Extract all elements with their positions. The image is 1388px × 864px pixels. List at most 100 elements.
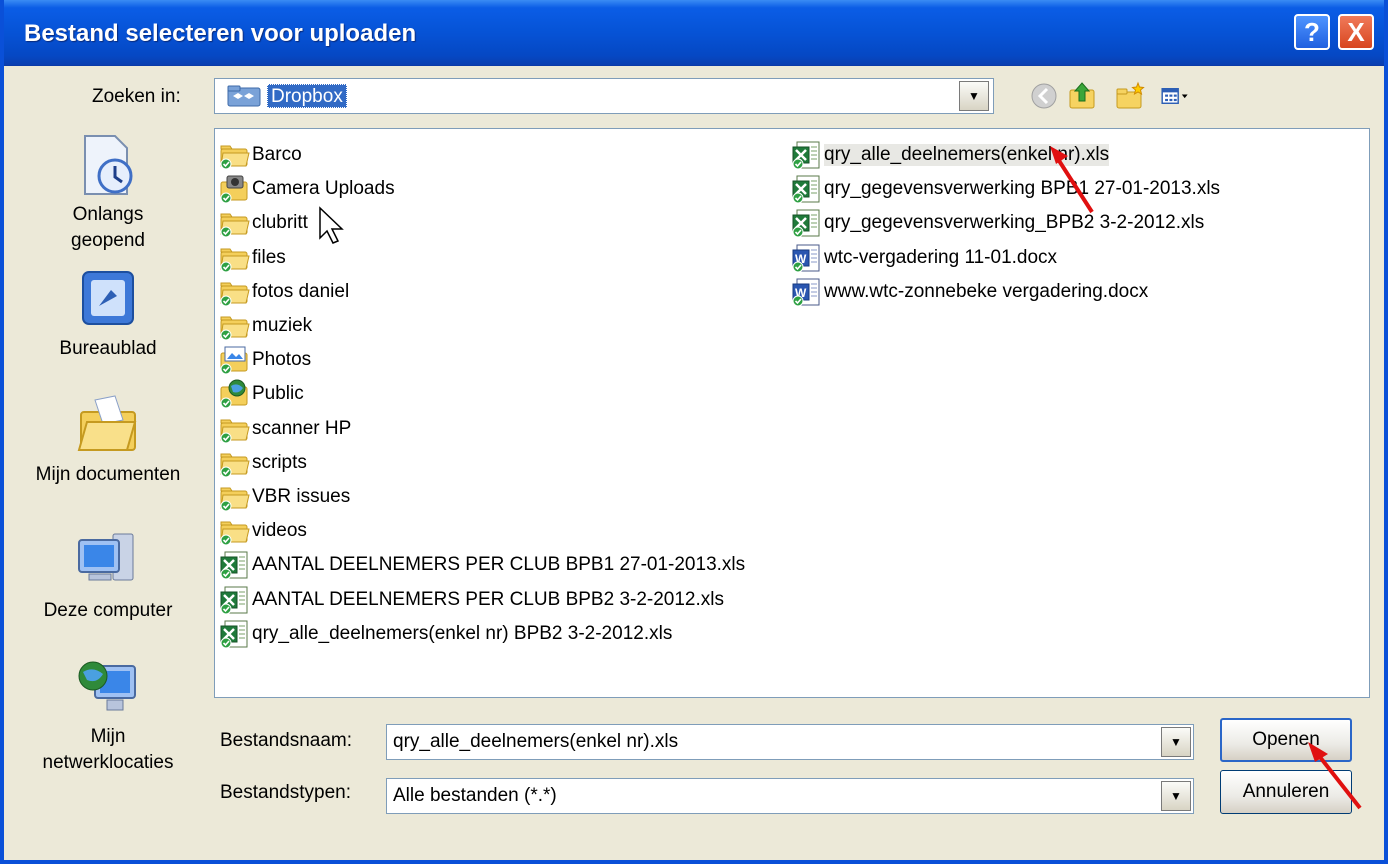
folder-icon [220,453,250,478]
file-list-item-label: clubritt [252,212,308,234]
place-network[interactable]: Mijn netwerklocaties [8,650,208,776]
window-title: Bestand selecteren voor uploaden [24,20,417,47]
file-list-item-label: scanner HP [252,417,352,439]
filetype-select[interactable]: Alle bestanden (*.*) ▼ [386,778,1194,814]
word-file-icon: W [792,244,820,273]
file-list-item[interactable]: scripts [219,447,307,479]
folder-icon [220,419,250,444]
file-list-item-label: Camera Uploads [252,178,395,200]
file-list-item-label: Barco [252,144,302,165]
place-recent-line1: Onlangs [72,204,144,225]
file-list-item-label: files [252,246,286,268]
file-list-item-label: Public [252,383,304,405]
file-list-item[interactable]: Public [219,378,304,410]
folder-icon [220,282,250,307]
place-recent-line2: geopend [71,230,145,251]
mouse-cursor-icon [319,206,344,244]
annotation-arrow-icon [1050,146,1094,214]
file-list-item-label: www.wtc-zonnebeke vergadering.docx [824,280,1149,302]
file-list-item[interactable]: muziek [219,310,312,342]
filename-input[interactable]: qry_alle_deelnemers(enkel nr).xls ▼ [386,724,1194,760]
file-open-dialog: Bestand selecteren voor uploaden ? X Zoe… [0,0,1388,864]
file-list-item[interactable]: Wwww.wtc-zonnebeke vergadering.docx [791,276,1148,308]
file-list-item-label: videos [252,520,307,542]
filetype-label: Bestandstypen: [220,782,351,803]
folder-icon [220,145,250,170]
lookin-label: Zoeken in: [92,86,181,107]
folder-icon [220,248,250,273]
back-icon[interactable] [1028,80,1060,112]
file-list-item-label: qry_gegevensverwerking BPB1 27-01-2013.x… [824,178,1221,200]
file-list-item-label: AANTAL DEELNEMERS PER CLUB BPB2 3-2-2012… [252,588,725,610]
file-list-item[interactable]: AANTAL DEELNEMERS PER CLUB BPB2 3-2-2012… [219,584,724,616]
chevron-down-icon: ▼ [1170,789,1182,803]
new-folder-icon[interactable] [1114,80,1146,112]
help-button[interactable]: ? [1294,14,1330,50]
filetype-value: Alle bestanden (*.*) [393,785,557,806]
place-my-documents[interactable]: Mijn documenten [8,392,208,488]
file-list-item[interactable]: Wwtc-vergadering 11-01.docx [791,242,1057,274]
filename-value: qry_alle_deelnemers(enkel nr).xls [393,731,679,752]
word-file-icon: W [792,278,820,307]
file-list-item-label: wtc-vergadering 11-01.docx [824,246,1058,268]
excel-file-icon [220,551,248,580]
file-list-item[interactable]: clubritt [219,207,308,239]
file-list-item[interactable]: AANTAL DEELNEMERS PER CLUB BPB1 27-01-20… [219,549,745,581]
excel-file-icon [792,141,820,170]
file-list-item-label: muziek [252,315,313,336]
place-recent[interactable]: Onlangs geopend [8,132,208,254]
place-network-line1: Mijn [90,726,126,747]
file-list-item[interactable]: Barco [219,139,302,171]
file-list-item[interactable]: files [219,242,286,274]
close-icon: X [1347,16,1365,47]
filename-label: Bestandsnaam: [220,730,353,751]
place-desktop-label: Bureaublad [59,338,157,359]
place-my-documents-label: Mijn documenten [35,464,181,485]
help-icon: ? [1304,16,1320,47]
camera-folder-icon [220,175,248,204]
places-bar: Onlangs geopend Bureaublad Mijn document… [8,120,208,800]
lookin-dropdown-button[interactable]: ▼ [959,81,989,111]
file-list[interactable]: Barco Camera Uploads clubritt files fotos da… [214,128,1370,698]
file-list-item-label: fotos daniel [252,280,350,302]
file-list-item-label: qry_alle_deelnemers(enkel nr) BPB2 3-2-2… [252,622,673,644]
close-button[interactable]: X [1338,14,1374,50]
file-list-item[interactable]: qry_gegevensverwerking BPB1 27-01-2013.x… [791,173,1220,205]
lookin-value: Dropbox [267,84,347,108]
lookin-combo[interactable]: Dropbox ▼ [214,78,994,114]
chevron-down-icon: ▼ [968,89,980,103]
view-menu-icon[interactable] [1160,80,1192,112]
file-list-item[interactable]: fotos daniel [219,276,349,308]
public-folder-icon [220,379,248,409]
file-list-item[interactable]: videos [219,515,307,547]
filetype-dropdown-button[interactable]: ▼ [1161,781,1191,811]
my-computer-icon [78,533,134,581]
my-documents-icon [77,395,137,451]
place-my-computer[interactable]: Deze computer [8,528,208,624]
place-desktop[interactable]: Bureaublad [8,268,208,362]
file-list-item[interactable]: qry_alle_deelnemers(enkel nr) BPB2 3-2-2… [219,618,672,650]
photos-folder-icon [220,346,248,375]
excel-file-icon [792,209,820,238]
file-list-item-label: Photos [252,349,312,371]
network-places-icon [78,661,136,711]
folder-icon [220,521,250,546]
folder-icon [220,487,250,512]
file-list-item[interactable]: qry_gegevensverwerking_BPB2 3-2-2012.xls [791,207,1204,239]
folder-icon [220,213,250,238]
file-list-item-label: scripts [252,451,307,473]
file-list-item-label: VBR issues [252,486,351,507]
excel-file-icon [220,586,248,615]
file-list-item[interactable]: Photos [219,344,311,376]
file-list-item[interactable]: Camera Uploads [219,173,395,205]
filename-dropdown-button[interactable]: ▼ [1161,727,1191,757]
title-bar[interactable]: Bestand selecteren voor uploaden ? X [4,0,1384,66]
excel-file-icon [220,620,248,649]
recent-documents-icon [84,135,133,195]
desktop-icon [82,271,134,325]
up-folder-icon[interactable] [1066,80,1098,112]
file-list-item[interactable]: scanner HP [219,413,351,445]
file-list-item[interactable]: VBR issues [219,481,350,513]
folder-icon [220,316,250,341]
chevron-down-icon: ▼ [1170,735,1182,749]
